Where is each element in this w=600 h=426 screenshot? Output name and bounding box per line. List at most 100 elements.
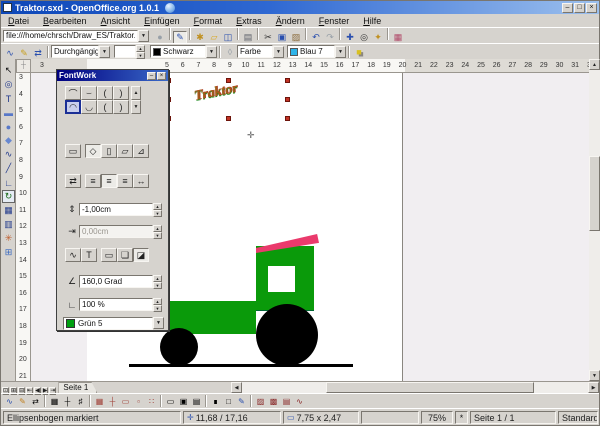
selection-handle-s[interactable] xyxy=(226,116,231,121)
fontwork-shapes-scroll-up[interactable]: ▲ xyxy=(131,86,141,100)
arrow-ends-icon[interactable]: ⇄ xyxy=(31,47,45,60)
menu-einfügen[interactable]: Einfügen xyxy=(137,15,187,27)
area-color-dropdown[interactable]: Blau 7 xyxy=(287,45,335,58)
menu-ändern[interactable]: Ändern xyxy=(269,15,312,27)
gallery-icon[interactable]: ▦ xyxy=(391,31,405,44)
opt-snap-lines-icon[interactable]: ┼ xyxy=(106,395,119,407)
width-down[interactable]: ▼ xyxy=(136,52,145,59)
menu-ansicht[interactable]: Ansicht xyxy=(94,15,138,27)
fw-al-right-button[interactable]: ≡ xyxy=(117,174,133,188)
fw-semi-up-button[interactable]: ◠ xyxy=(65,100,81,114)
page-tab-seite-1[interactable]: Seite 1 xyxy=(58,382,97,393)
line-style-arrow[interactable]: ▼ xyxy=(99,46,110,58)
fw-arc-up-button[interactable]: ⌒ xyxy=(65,86,81,100)
win-max-button[interactable]: □ xyxy=(574,3,585,13)
fontwork-titlebar[interactable]: FontWork – × xyxy=(57,70,168,81)
connector-tool[interactable]: ∟ xyxy=(2,176,15,189)
scroll-right-arrow[interactable]: ▶ xyxy=(588,382,599,393)
line-width-spinner[interactable]: ▲▼ xyxy=(114,45,145,58)
fw-contour-button[interactable]: ∿ xyxy=(65,248,81,262)
vertical-scroll-thumb[interactable] xyxy=(589,156,600,231)
status-zoom[interactable]: 75% xyxy=(421,411,453,424)
area-bucket-icon[interactable]: ◊ xyxy=(223,45,237,58)
menu-extras[interactable]: Extras xyxy=(229,15,269,27)
shadow-color-dropdown[interactable]: Grün 5 xyxy=(63,317,153,330)
fw-orient-button[interactable]: ⇄ xyxy=(65,174,81,188)
opt-helpfront-icon[interactable]: ♯ xyxy=(74,395,87,407)
menu-datei[interactable]: Datei xyxy=(1,15,36,27)
width-up[interactable]: ▲ xyxy=(136,45,145,52)
selection-handle-ne[interactable] xyxy=(285,78,290,83)
fw-slant-h-button[interactable]: ▱ xyxy=(117,144,133,158)
area-color-arrow[interactable]: ▼ xyxy=(335,46,346,58)
opt-snap-margin-icon[interactable]: ▭ xyxy=(119,395,132,407)
fw-open-r-button[interactable]: ) xyxy=(113,100,129,114)
rotation-pivot-icon[interactable]: ✛ xyxy=(247,130,255,141)
fontwork-shapes-scroll-down[interactable]: ▼ xyxy=(131,100,141,114)
menu-bearbeiten[interactable]: Bearbeiten xyxy=(36,15,94,27)
tractor-window[interactable] xyxy=(268,266,295,292)
zoom-icon[interactable]: ◎ xyxy=(357,31,371,44)
line-color-dropdown[interactable]: Schwarz xyxy=(150,45,206,58)
distance-down[interactable]: ▼ xyxy=(153,210,162,217)
navigator-icon[interactable]: ✚ xyxy=(343,31,357,44)
opt-grid-icon[interactable]: ▦ xyxy=(48,395,61,407)
arrange-tool[interactable]: ▥ xyxy=(2,218,15,231)
opt-snap-grid-icon[interactable]: ▦ xyxy=(93,395,106,407)
fw-al-size-button[interactable]: ↔ xyxy=(133,174,149,188)
fw-sh-none-button[interactable]: ▭ xyxy=(101,248,117,262)
fontwork-dialog[interactable]: FontWork – × ⌒⌣()◠◡() ▲ ▼ ▭◇▯▱⊿ ⇄≡≡≡↔ ⇕ … xyxy=(56,69,169,331)
fw-contour-letters-button[interactable]: T xyxy=(81,248,97,262)
fw-arc-down-button[interactable]: ⌣ xyxy=(81,86,97,100)
area-type-dropdown[interactable]: Farbe xyxy=(237,45,273,58)
vertical-ruler[interactable]: 3456789101112131415161718192021 xyxy=(16,73,31,381)
effects-tool[interactable]: ✳ xyxy=(2,232,15,245)
opt-dclick-icon[interactable]: ▤ xyxy=(190,395,203,407)
new-doc-icon[interactable]: ✱ xyxy=(193,31,207,44)
open-icon[interactable]: ▱ xyxy=(207,31,221,44)
redo-icon[interactable]: ↷ xyxy=(323,31,337,44)
scroll-left-arrow[interactable]: ◀ xyxy=(231,382,242,393)
opt-rotation-icon[interactable]: ✎ xyxy=(16,395,29,407)
shadow-size-up[interactable]: ▲ xyxy=(153,298,162,305)
opt-quick-edit-icon[interactable]: ▭ xyxy=(164,395,177,407)
opt-attr-icon[interactable]: ✎ xyxy=(235,395,248,407)
selection-handle-se[interactable] xyxy=(285,116,290,121)
paste-icon[interactable]: ▨ xyxy=(289,31,303,44)
curve-tool[interactable]: ∿ xyxy=(2,148,15,161)
line-style-dropdown[interactable]: Durchgängig xyxy=(51,45,99,58)
distance-field[interactable]: -1,00cm xyxy=(79,203,153,216)
save-icon[interactable]: ◫ xyxy=(221,31,235,44)
fontwork-rollup-button[interactable]: – xyxy=(147,72,156,80)
ellipse-tool[interactable]: ● xyxy=(2,120,15,133)
fw-upright-button[interactable]: ▯ xyxy=(101,144,117,158)
fw-al-center-button[interactable]: ≡ xyxy=(101,174,117,188)
fw-sh-vert-button[interactable]: ❏ xyxy=(117,248,133,262)
horizontal-scrollbar[interactable]: ◀ ▶ xyxy=(231,382,599,393)
fw-slant-v-button[interactable]: ⊿ xyxy=(133,144,149,158)
shadow-angle-up[interactable]: ▲ xyxy=(153,275,162,282)
pen-icon[interactable]: ✎ xyxy=(17,47,31,60)
shadow-size-down[interactable]: ▼ xyxy=(153,305,162,312)
opt-handles-l-icon[interactable]: □ xyxy=(222,395,235,407)
stop-icon[interactable]: ● xyxy=(153,30,167,43)
url-dropdown-button[interactable]: ▼ xyxy=(138,30,149,42)
insert-tool[interactable]: ⊞ xyxy=(2,246,15,259)
opt-arrows-icon[interactable]: ⇄ xyxy=(29,395,42,407)
line-tool[interactable]: ╱ xyxy=(2,162,15,175)
selection-handle-e[interactable] xyxy=(285,97,290,102)
opt-ph-text-icon[interactable]: ▤ xyxy=(280,395,293,407)
distance-up[interactable]: ▲ xyxy=(153,203,162,210)
cut-icon[interactable]: ✂ xyxy=(261,31,275,44)
selection-handle-n[interactable] xyxy=(226,78,231,83)
fw-paren-l-button[interactable]: ( xyxy=(97,86,113,100)
fw-al-left-button[interactable]: ≡ xyxy=(85,174,101,188)
tractor-rear-wheel[interactable] xyxy=(256,304,318,366)
align-tool[interactable]: ▦ xyxy=(2,204,15,217)
menu-hilfe[interactable]: Hilfe xyxy=(356,15,388,27)
opt-ph-line-icon[interactable]: ∿ xyxy=(293,395,306,407)
opt-handles-s-icon[interactable]: ∎ xyxy=(209,395,222,407)
win-close-button[interactable]: × xyxy=(586,3,597,13)
shadow-size-field[interactable]: 100 % xyxy=(79,298,153,311)
tractor-front-wheel[interactable] xyxy=(160,328,198,366)
